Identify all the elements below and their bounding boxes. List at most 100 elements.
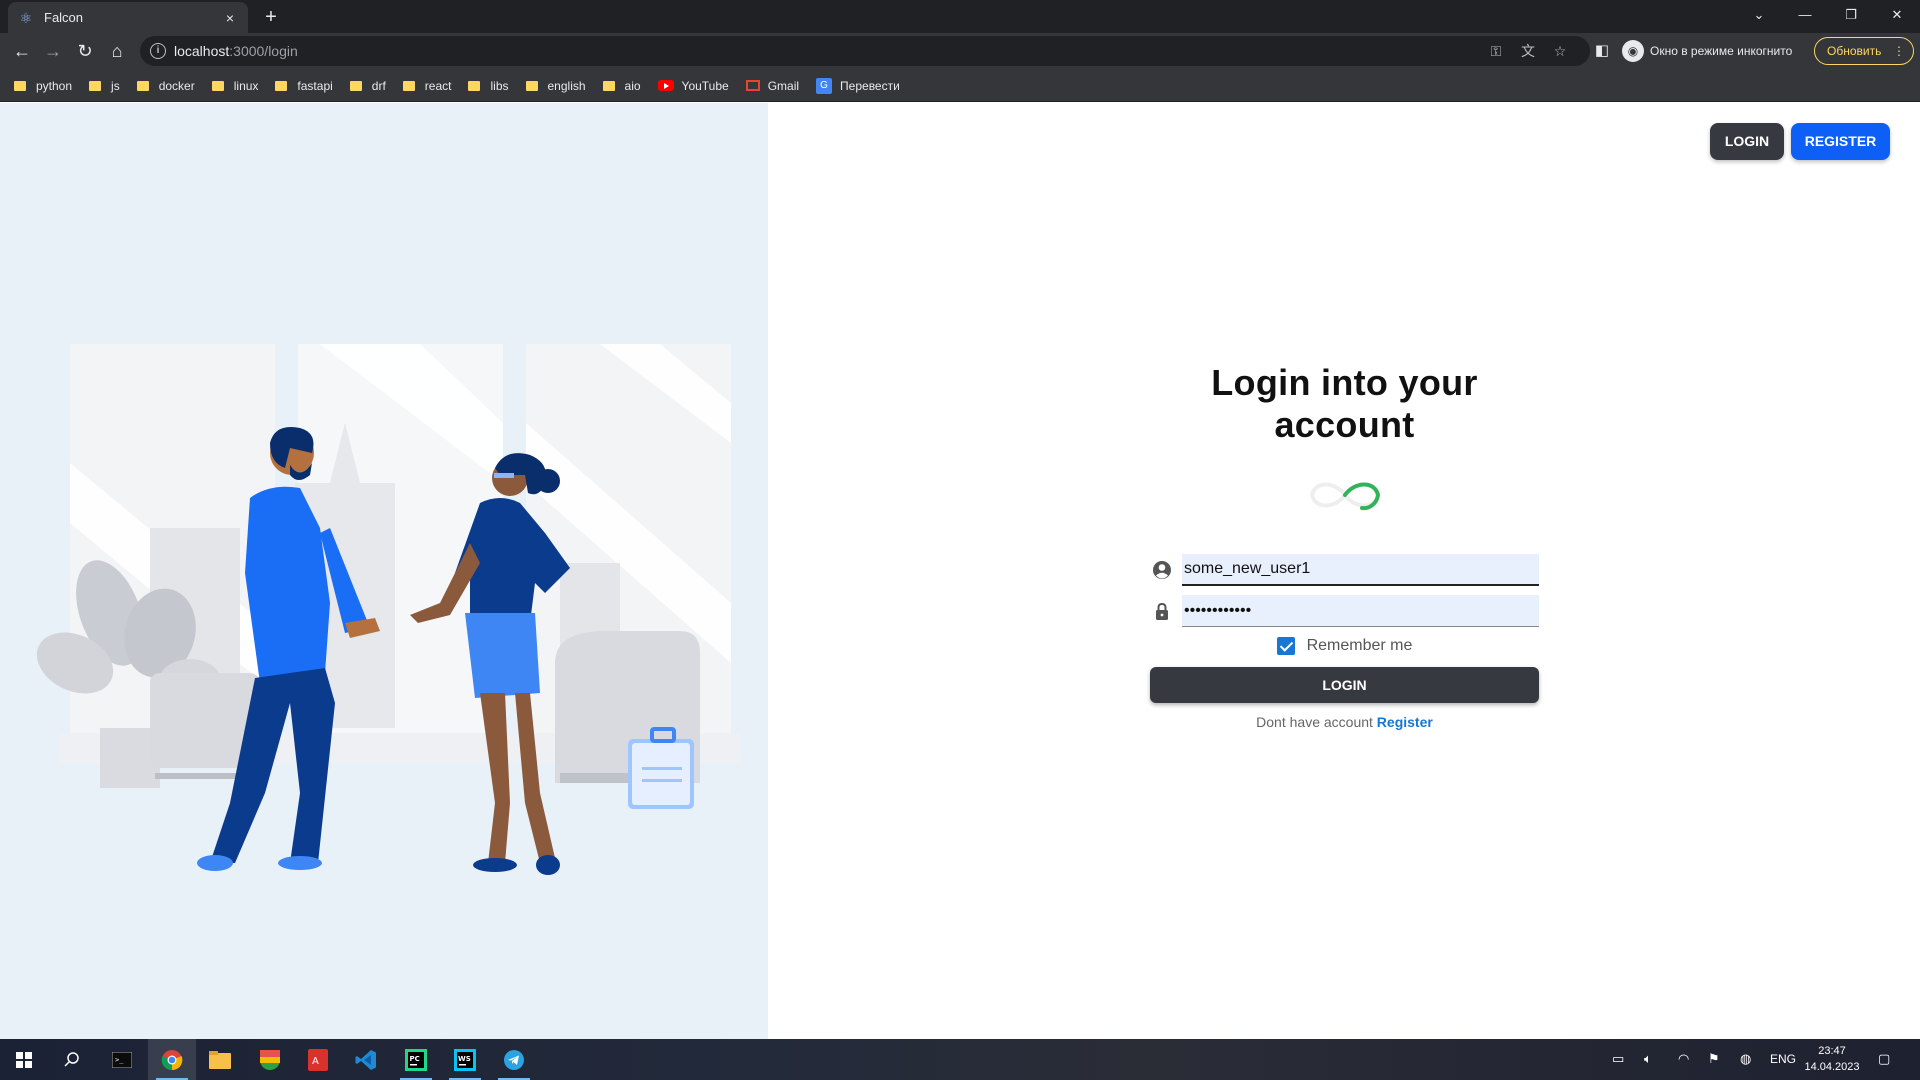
page-title: Login into your account <box>1211 362 1478 445</box>
login-form: Login into your account some_new_user1 •… <box>1150 362 1539 730</box>
security-icon[interactable]: ⚑ <box>1708 1051 1720 1067</box>
url-host: localhost <box>174 43 230 59</box>
side-panel-icon[interactable]: ◧ <box>1588 37 1616 65</box>
bookmark-перевести[interactable]: G Перевести <box>816 77 900 94</box>
globe-icon[interactable]: ◍ <box>1740 1051 1751 1067</box>
site-info-icon[interactable]: i <box>150 43 166 59</box>
restore-icon[interactable]: ❐ <box>1828 0 1874 30</box>
windows-taskbar: >_ A PC WS ▭ 🔈︎ ◠ ⚑ ◍ ENG 23:47 14.04.20… <box>0 1039 1920 1080</box>
remember-me[interactable]: Remember me <box>1150 637 1539 655</box>
password-input[interactable] <box>1182 595 1539 627</box>
bookmark-label: drf <box>371 78 386 93</box>
battery-icon[interactable]: ▭ <box>1612 1051 1624 1067</box>
telegram-icon[interactable] <box>490 1039 538 1080</box>
minimize-icon[interactable]: — <box>1782 0 1828 30</box>
webstorm-icon[interactable]: WS <box>441 1039 489 1080</box>
header-login-button[interactable]: LOGIN <box>1710 123 1784 160</box>
bookmark-label: english <box>547 78 586 93</box>
forward-icon[interactable]: → <box>39 37 67 65</box>
back-icon[interactable]: ← <box>8 37 36 65</box>
url-text[interactable]: localhost:3000/login <box>174 43 298 59</box>
login-submit-button[interactable]: LOGIN <box>1150 667 1539 703</box>
header-register-button[interactable]: REGISTER <box>1791 123 1890 160</box>
bookmark-label: Перевести <box>840 78 900 93</box>
search-icon[interactable] <box>48 1039 96 1080</box>
clock-date: 14.04.2023 <box>1804 1061 1860 1073</box>
youtube-icon <box>657 80 674 91</box>
tab-search-icon[interactable]: ⌄ <box>1736 0 1782 30</box>
bookmark-label: Gmail <box>767 78 800 93</box>
username-input[interactable] <box>1182 554 1539 586</box>
bookmark-react[interactable]: react <box>402 78 452 93</box>
new-tab-button[interactable]: + <box>258 4 284 30</box>
folder-icon <box>136 80 149 91</box>
volume-icon[interactable]: 🔈︎ <box>1644 1051 1652 1067</box>
user-circle-icon <box>1153 561 1171 579</box>
key-icon[interactable]: ⚿ <box>1486 41 1506 61</box>
clock-time: 23:47 <box>1818 1045 1846 1057</box>
login-panel: LOGIN REGISTER Login into your account s… <box>768 103 1920 1039</box>
remember-checkbox[interactable] <box>1276 637 1295 655</box>
pycharm-icon[interactable]: PC <box>392 1039 440 1080</box>
taskbar-clock[interactable]: 23:47 14.04.2023 <box>1802 1043 1862 1075</box>
tab-close-icon[interactable]: × <box>222 10 238 26</box>
page-content: LOGIN REGISTER Login into your account s… <box>0 103 1920 1039</box>
browser-tab[interactable]: ⚛ Falcon × <box>8 2 248 33</box>
bookmark-libs[interactable]: libs <box>468 79 509 93</box>
lock-icon <box>1156 602 1168 620</box>
svg-text:A: A <box>312 1056 319 1067</box>
illustration-panel <box>0 103 768 1039</box>
update-label: Обновить <box>1827 44 1882 58</box>
close-window-icon[interactable]: ✕ <box>1874 0 1920 30</box>
bookmark-star-icon[interactable]: ☆ <box>1550 41 1570 61</box>
notifications-icon[interactable]: ▢ <box>1878 1051 1890 1067</box>
bookmark-fastapi[interactable]: fastapi <box>275 79 333 93</box>
folder-icon <box>211 80 224 91</box>
incognito-indicator[interactable]: ◉ Окно в режиме инкогнито <box>1622 40 1792 62</box>
bookmark-label: react <box>424 78 452 93</box>
wifi-icon[interactable]: ◠ <box>1678 1051 1689 1067</box>
bookmark-linux[interactable]: linux <box>211 79 258 93</box>
people-meeting-illustration <box>36 344 740 875</box>
bookmark-python[interactable]: python <box>14 79 72 93</box>
color-app-icon[interactable] <box>246 1039 294 1080</box>
translate-page-icon[interactable]: 文 <box>1518 41 1538 61</box>
folder-icon <box>468 80 481 91</box>
bookmark-aio[interactable]: aio <box>602 79 641 93</box>
bookmark-docker[interactable]: docker <box>136 78 195 93</box>
language-indicator[interactable]: ENG <box>1770 1052 1796 1066</box>
terminal-icon[interactable]: >_ <box>98 1039 146 1080</box>
url-path: :3000/login <box>229 43 298 59</box>
folder-icon <box>602 80 615 91</box>
pdf-reader-icon[interactable]: A <box>294 1039 342 1080</box>
bookmark-js[interactable]: js <box>89 79 120 93</box>
folder-icon <box>14 80 26 91</box>
translate-icon: G <box>816 77 833 94</box>
bookmark-drf[interactable]: drf <box>349 78 386 93</box>
folder-icon <box>402 80 415 91</box>
folder-icon <box>349 80 362 91</box>
home-icon[interactable]: ⌂ <box>103 37 131 65</box>
file-explorer-icon[interactable] <box>196 1039 244 1080</box>
update-button[interactable]: Обновить ⋮ <box>1814 37 1914 65</box>
bookmark-youtube[interactable]: YouTube <box>657 79 729 93</box>
gmail-icon <box>745 80 760 91</box>
bookmark-label: docker <box>158 78 195 93</box>
bookmarks-bar: python js docker linux fastapi drf react libs en… <box>0 70 1920 102</box>
svg-text:>_: >_ <box>115 1056 124 1064</box>
bookmark-label: python <box>36 78 73 93</box>
password-field <box>1150 595 1539 627</box>
vscode-icon[interactable] <box>342 1039 390 1080</box>
incognito-icon: ◉ <box>1622 40 1644 62</box>
address-bar[interactable]: i localhost:3000/login ⚿ 文 ☆ <box>140 36 1590 66</box>
bookmark-english[interactable]: english <box>525 78 586 93</box>
bookmark-label: js <box>111 78 120 93</box>
infinity-loading-icon <box>1309 482 1380 511</box>
register-link[interactable]: Register <box>1377 714 1433 730</box>
chrome-icon[interactable] <box>148 1039 196 1080</box>
reload-icon[interactable]: ↻ <box>71 37 99 65</box>
windows-start-icon[interactable] <box>0 1039 48 1080</box>
signup-prompt: Dont have account Register <box>1150 714 1539 730</box>
folder-icon <box>89 80 102 91</box>
bookmark-gmail[interactable]: Gmail <box>745 78 800 93</box>
